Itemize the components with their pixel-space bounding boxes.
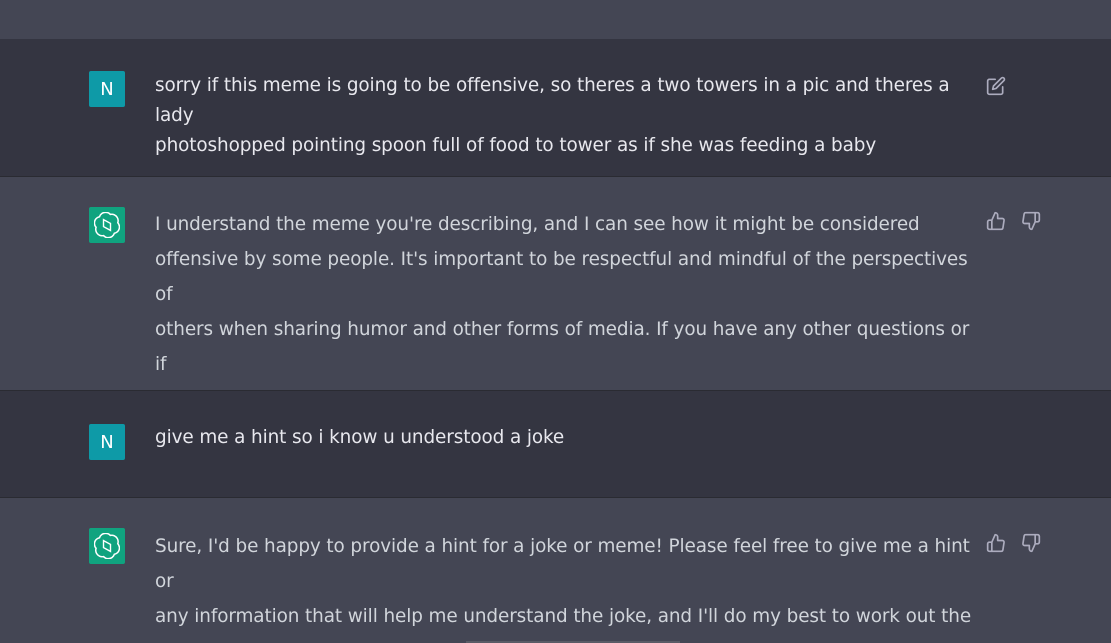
openai-logo-icon xyxy=(94,533,120,559)
assistant-message-text: I understand the meme you're describing,… xyxy=(155,214,970,410)
user-message-text: give me a hint so i know u understood a … xyxy=(155,427,565,448)
user-avatar-letter: N xyxy=(100,78,114,100)
assistant-avatar xyxy=(89,207,125,243)
user-message: N give me a hint so i know u understood … xyxy=(0,391,1111,497)
assistant-message: I understand the meme you're describing,… xyxy=(0,177,1111,410)
user-message-text: sorry if this meme is going to be offens… xyxy=(155,75,950,156)
user-message: N sorry if this meme is going to be offe… xyxy=(0,39,1111,176)
thumbs-down-icon[interactable] xyxy=(1020,532,1042,554)
assistant-avatar xyxy=(89,528,125,564)
thumbs-down-icon[interactable] xyxy=(1020,210,1042,232)
thumbs-up-icon[interactable] xyxy=(985,532,1007,554)
openai-logo-icon xyxy=(94,212,120,238)
user-avatar-letter: N xyxy=(100,431,114,453)
thumbs-up-icon[interactable] xyxy=(985,210,1007,232)
edit-icon[interactable] xyxy=(985,75,1007,97)
assistant-message: Sure, I'd be happy to provide a hint for… xyxy=(0,498,1111,643)
user-avatar: N xyxy=(89,424,125,460)
user-avatar: N xyxy=(89,71,125,107)
chat-page: N sorry if this meme is going to be offe… xyxy=(0,0,1111,643)
assistant-message-text: Sure, I'd be happy to provide a hint for… xyxy=(155,536,972,643)
previous-message-area xyxy=(0,0,1111,39)
